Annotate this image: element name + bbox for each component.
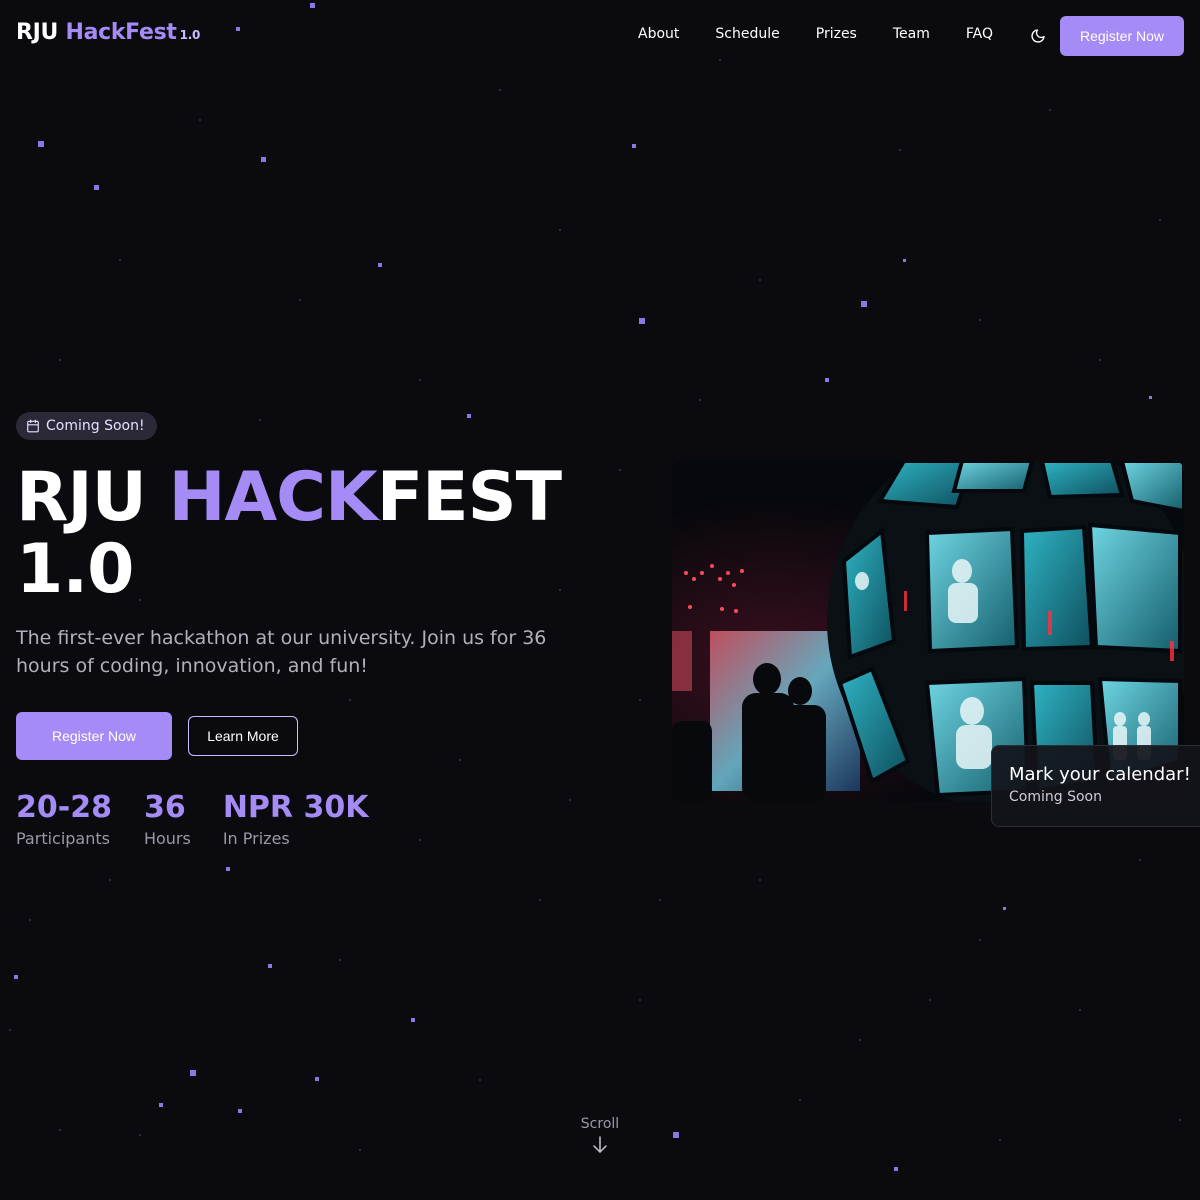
arrow-down-icon [593,1136,607,1153]
hero-title: RJU HACKFEST 1.0 [16,462,636,606]
title-part-fest: FEST [376,458,562,537]
logo-version: 1.0 [179,28,201,42]
scroll-label: Scroll [580,1116,620,1132]
nav-link-about[interactable]: About [638,26,679,42]
theme-toggle-button[interactable] [1026,24,1050,48]
learn-more-button[interactable]: Learn More [188,716,298,756]
stat-prizes: NPR 30K In Prizes [223,790,369,848]
stat-label: Hours [143,829,191,848]
site-logo[interactable]: RJU HackFest 1.0 [16,20,200,45]
coming-soon-badge: Coming Soon! [16,412,157,440]
calendar-card-title: Mark your calendar! [1009,764,1191,785]
stat-participants: 20-28 Participants [16,790,112,848]
header-register-button[interactable]: Register Now [1060,16,1184,56]
calendar-card-subtitle: Coming Soon [1009,789,1102,805]
logo-text-primary: RJU [16,20,59,45]
nav-link-team[interactable]: Team [893,26,930,42]
scroll-indicator[interactable]: Scroll [560,1116,640,1154]
stat-value: NPR 30K [222,790,369,825]
title-highlight: HACK [168,458,378,537]
register-now-button[interactable]: Register Now [16,712,172,760]
badge-label: Coming Soon! [46,418,145,434]
nav-link-prizes[interactable]: Prizes [816,26,857,42]
calendar-icon [27,419,39,433]
stat-value: 36 [143,790,186,825]
title-part-rju: RJU [16,458,147,537]
page: RJU HackFest 1.0 About Schedule Prizes Te… [0,0,1200,1200]
site-header: RJU HackFest 1.0 About Schedule Prizes Te… [0,0,1200,72]
main-nav: About Schedule Prizes Team FAQ [620,26,1011,42]
stat-hours: 36 Hours [144,790,191,848]
hero-subtitle: The first-ever hackathon at our universi… [16,627,547,677]
calendar-card: Mark your calendar! Coming Soon [991,745,1200,827]
logo-text-accent: HackFest [65,20,177,45]
title-version: 1.0 [16,530,134,609]
stat-label: Participants [16,829,110,848]
nav-link-schedule[interactable]: Schedule [715,26,779,42]
moon-icon [1031,29,1045,43]
hero-stats: 20-28 Participants 36 Hours NPR 30K In P… [16,790,368,848]
nav-link-faq[interactable]: FAQ [966,26,993,42]
stat-value: 20-28 [16,790,112,825]
stat-label: In Prizes [222,829,290,848]
